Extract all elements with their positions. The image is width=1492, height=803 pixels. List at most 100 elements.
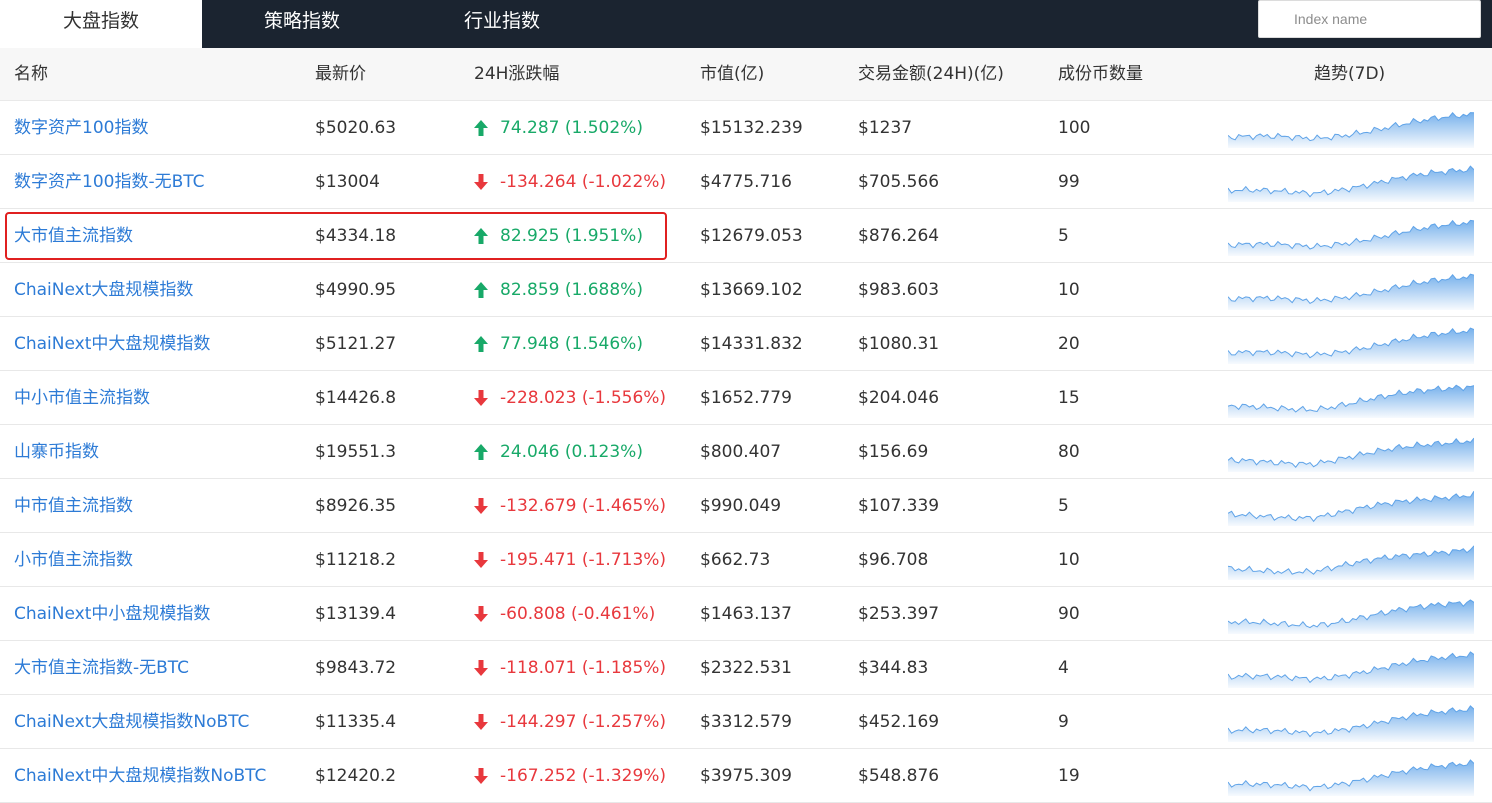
index-name-link[interactable]: 数字资产100指数 bbox=[14, 101, 148, 155]
trend-sparkline bbox=[1228, 545, 1474, 580]
table-row[interactable]: 中小市值主流指数 $14426.8 -228.023 (-1.556%) $1652.… bbox=[0, 371, 1492, 425]
col-header-market-cap[interactable]: 市值(亿) bbox=[700, 48, 764, 101]
table-row[interactable]: ChaiNext中大盘规模指数 $5121.27 77.948 (1.546%) $1… bbox=[0, 317, 1492, 371]
table-row[interactable]: 山寨币指数 $19551.3 24.046 (0.123%) $800.407 $156… bbox=[0, 425, 1492, 479]
change-value: -134.264 (-1.022%) bbox=[500, 172, 667, 192]
tab-strategy-index[interactable]: 策略指数 bbox=[202, 0, 402, 48]
table-row[interactable]: ChaiNext中小盘规模指数 $13139.4 -60.808 (-0.461%)… bbox=[0, 587, 1492, 641]
volume-24h: $452.169 bbox=[858, 712, 940, 732]
index-name-link[interactable]: 中市值主流指数 bbox=[14, 479, 133, 533]
trend-sparkline bbox=[1228, 165, 1474, 202]
constituent-count: 99 bbox=[1058, 172, 1080, 192]
search-input[interactable] bbox=[1259, 1, 1480, 37]
tab-industry-index[interactable]: 行业指数 bbox=[402, 0, 602, 48]
volume-24h: $96.708 bbox=[858, 550, 929, 570]
volume-24h: $204.046 bbox=[858, 388, 940, 408]
change-24h: -195.471 (-1.713%) bbox=[474, 533, 666, 587]
change-value: -195.471 (-1.713%) bbox=[500, 550, 667, 570]
trend-sparkline bbox=[1228, 273, 1474, 310]
arrow-up-icon bbox=[474, 282, 500, 298]
market-cap: $1652.779 bbox=[700, 388, 792, 408]
col-header-volume[interactable]: 交易金额(24H)(亿) bbox=[858, 48, 1004, 101]
change-value: -132.679 (-1.465%) bbox=[500, 496, 667, 516]
arrow-down-icon bbox=[474, 498, 500, 514]
volume-24h: $876.264 bbox=[858, 226, 940, 246]
trend-sparkline bbox=[1228, 651, 1474, 688]
change-value: -60.808 (-0.461%) bbox=[500, 604, 656, 624]
table-row[interactable]: 大市值主流指数-无BTC $9843.72 -118.071 (-1.185%) $2… bbox=[0, 641, 1492, 695]
table-row[interactable]: ChaiNext大盘规模指数 $4990.95 82.859 (1.688%) $13… bbox=[0, 263, 1492, 317]
table-row[interactable]: 数字资产100指数-无BTC $13004 -134.264 (-1.022%) $4… bbox=[0, 155, 1492, 209]
volume-24h: $1080.31 bbox=[858, 334, 940, 354]
table-row[interactable]: ChaiNext大盘规模指数NoBTC $11335.4 -144.297 (-1.… bbox=[0, 695, 1492, 749]
index-name-link[interactable]: 数字资产100指数-无BTC bbox=[14, 155, 205, 209]
trend-sparkline bbox=[1228, 759, 1474, 796]
change-value: -144.297 (-1.257%) bbox=[500, 712, 667, 732]
trend-sparkline bbox=[1228, 490, 1474, 526]
volume-24h: $156.69 bbox=[858, 442, 929, 462]
change-24h: -144.297 (-1.257%) bbox=[474, 695, 666, 749]
trend-sparkline bbox=[1228, 599, 1474, 634]
index-name-link[interactable]: ChaiNext大盘规模指数NoBTC bbox=[14, 695, 249, 749]
latest-price: $5020.63 bbox=[315, 118, 397, 138]
index-name-link[interactable]: ChaiNext中大盘规模指数NoBTC bbox=[14, 749, 266, 803]
change-24h: 74.287 (1.502%) bbox=[474, 101, 643, 155]
change-24h: -60.808 (-0.461%) bbox=[474, 587, 655, 641]
arrow-down-icon bbox=[474, 768, 500, 784]
change-24h: -167.252 (-1.329%) bbox=[474, 749, 666, 803]
index-name-link[interactable]: 大市值主流指数 bbox=[14, 209, 133, 263]
table-row[interactable]: 大市值主流指数 $4334.18 82.925 (1.951%) $12679.053… bbox=[0, 209, 1492, 263]
index-name-link[interactable]: ChaiNext中小盘规模指数 bbox=[14, 587, 210, 641]
table-row[interactable]: 中市值主流指数 $8926.35 -132.679 (-1.465%) $990.04… bbox=[0, 479, 1492, 533]
tab-market-index[interactable]: 大盘指数 bbox=[0, 0, 202, 48]
volume-24h: $548.876 bbox=[858, 766, 940, 786]
arrow-down-icon bbox=[474, 390, 500, 406]
change-value: -228.023 (-1.556%) bbox=[500, 388, 667, 408]
latest-price: $14426.8 bbox=[315, 388, 397, 408]
latest-price: $8926.35 bbox=[315, 496, 397, 516]
market-cap: $13669.102 bbox=[700, 280, 803, 300]
market-cap: $12679.053 bbox=[700, 226, 803, 246]
constituent-count: 15 bbox=[1058, 388, 1080, 408]
market-cap: $2322.531 bbox=[700, 658, 792, 678]
latest-price: $13139.4 bbox=[315, 604, 397, 624]
latest-price: $5121.27 bbox=[315, 334, 397, 354]
index-name-link[interactable]: 大市值主流指数-无BTC bbox=[14, 641, 189, 695]
constituent-count: 10 bbox=[1058, 280, 1080, 300]
col-header-change[interactable]: 24H涨跌幅 bbox=[474, 48, 559, 101]
table-header: 名称 最新价 24H涨跌幅 市值(亿) 交易金额(24H)(亿) 成份币数量 趋… bbox=[0, 48, 1492, 101]
index-name-link[interactable]: ChaiNext中大盘规模指数 bbox=[14, 317, 210, 371]
change-24h: 24.046 (0.123%) bbox=[474, 425, 643, 479]
volume-24h: $253.397 bbox=[858, 604, 940, 624]
col-header-name[interactable]: 名称 bbox=[14, 48, 48, 101]
col-header-constituents[interactable]: 成份币数量 bbox=[1058, 48, 1143, 101]
constituent-count: 9 bbox=[1058, 712, 1069, 732]
index-name-link[interactable]: 小市值主流指数 bbox=[14, 533, 133, 587]
search-box bbox=[1258, 0, 1481, 38]
index-name-link[interactable]: ChaiNext大盘规模指数 bbox=[14, 263, 193, 317]
change-value: 82.859 (1.688%) bbox=[500, 280, 643, 300]
table-row[interactable]: 数字资产100指数 $5020.63 74.287 (1.502%) $15132.2… bbox=[0, 101, 1492, 155]
table-row[interactable]: ChaiNext中大盘规模指数NoBTC $12420.2 -167.252 (-1… bbox=[0, 749, 1492, 803]
change-value: 77.948 (1.546%) bbox=[500, 334, 643, 354]
table-row[interactable]: 小市值主流指数 $11218.2 -195.471 (-1.713%) $662.73… bbox=[0, 533, 1492, 587]
volume-24h: $983.603 bbox=[858, 280, 940, 300]
constituent-count: 5 bbox=[1058, 226, 1069, 246]
index-name-link[interactable]: 中小市值主流指数 bbox=[14, 371, 150, 425]
arrow-up-icon bbox=[474, 120, 500, 136]
col-header-price[interactable]: 最新价 bbox=[315, 48, 366, 101]
change-24h: 77.948 (1.546%) bbox=[474, 317, 643, 371]
change-value: -167.252 (-1.329%) bbox=[500, 766, 667, 786]
market-cap: $3312.579 bbox=[700, 712, 792, 732]
constituent-count: 80 bbox=[1058, 442, 1080, 462]
change-24h: 82.859 (1.688%) bbox=[474, 263, 643, 317]
volume-24h: $1237 bbox=[858, 118, 913, 138]
constituent-count: 20 bbox=[1058, 334, 1080, 354]
arrow-up-icon bbox=[474, 228, 500, 244]
arrow-down-icon bbox=[474, 552, 500, 568]
market-cap: $3975.309 bbox=[700, 766, 792, 786]
col-header-trend: 趋势(7D) bbox=[1314, 64, 1386, 84]
trend-sparkline bbox=[1228, 437, 1474, 472]
arrow-down-icon bbox=[474, 174, 500, 190]
index-name-link[interactable]: 山寨币指数 bbox=[14, 425, 99, 479]
